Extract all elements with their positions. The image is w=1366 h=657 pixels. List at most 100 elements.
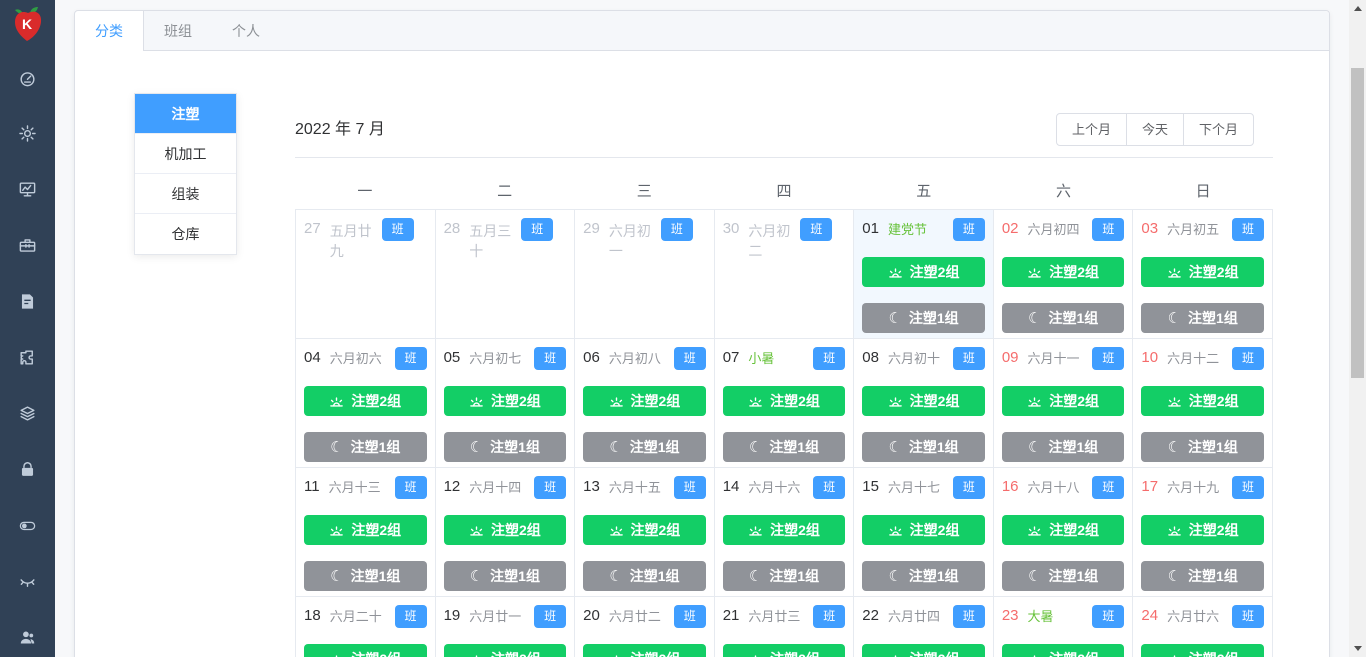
work-day-badge[interactable]: 班 xyxy=(381,218,414,241)
work-day-badge[interactable]: 班 xyxy=(1092,347,1125,370)
night-shift-button[interactable]: ☾ 注塑1组 xyxy=(443,432,567,462)
work-day-badge[interactable]: 班 xyxy=(660,218,693,241)
layers-icon[interactable] xyxy=(0,393,55,433)
work-day-badge[interactable]: 班 xyxy=(1092,218,1125,241)
scrollbar-thumb[interactable] xyxy=(1351,68,1364,378)
night-shift-button[interactable]: ☾ 注塑1组 xyxy=(304,561,427,591)
day-shift-button[interactable]: 注塑2组 xyxy=(304,386,427,416)
category-item-assembly[interactable]: 组装 xyxy=(135,174,236,214)
work-day-badge[interactable]: 班 xyxy=(1231,218,1264,241)
toolbox-icon[interactable] xyxy=(0,226,55,266)
work-day-badge[interactable]: 班 xyxy=(813,605,846,628)
day-shift-button[interactable]: 注塑2组 xyxy=(862,644,985,657)
day-shift-button[interactable]: 注塑2组 xyxy=(1001,644,1125,657)
night-shift-button[interactable]: ☾ 注塑1组 xyxy=(1001,303,1125,333)
scroll-up-icon[interactable] xyxy=(1349,0,1366,17)
work-day-badge[interactable]: 班 xyxy=(952,347,985,370)
day-shift-label: 注塑2组 xyxy=(631,649,681,657)
monitor-chart-icon[interactable] xyxy=(0,170,55,210)
calendar-cell: 15 六月十七班注塑2组 ☾ 注塑1组 xyxy=(854,468,994,597)
night-shift-button[interactable]: ☾ 注塑1组 xyxy=(862,303,985,333)
day-shift-button[interactable]: 注塑2组 xyxy=(1141,644,1264,657)
day-shift-button[interactable]: 注塑2组 xyxy=(1001,257,1125,287)
night-shift-button[interactable]: ☾ 注塑1组 xyxy=(862,432,985,462)
work-day-badge[interactable]: 班 xyxy=(952,605,985,628)
vertical-scrollbar[interactable] xyxy=(1349,0,1366,657)
work-day-badge[interactable]: 班 xyxy=(521,218,554,241)
work-day-badge[interactable]: 班 xyxy=(1231,347,1264,370)
prev-month-button[interactable]: 上个月 xyxy=(1055,113,1127,146)
dashboard-icon[interactable] xyxy=(0,58,55,98)
night-shift-button[interactable]: ☾ 注塑1组 xyxy=(1001,561,1125,591)
today-button[interactable]: 今天 xyxy=(1125,113,1184,146)
day-shift-button[interactable]: 注塑2组 xyxy=(862,386,985,416)
work-day-badge[interactable]: 班 xyxy=(534,347,567,370)
day-shift-button[interactable]: 注塑2组 xyxy=(722,386,846,416)
day-shift-button[interactable]: 注塑2组 xyxy=(862,515,985,545)
tab-personal[interactable]: 个人 xyxy=(212,11,280,50)
work-day-badge[interactable]: 班 xyxy=(952,476,985,499)
user-icon[interactable] xyxy=(0,617,55,657)
work-day-badge[interactable]: 班 xyxy=(813,347,846,370)
day-shift-button[interactable]: 注塑2组 xyxy=(583,644,706,657)
night-shift-button[interactable]: ☾ 注塑1组 xyxy=(443,561,567,591)
night-shift-button[interactable]: ☾ 注塑1组 xyxy=(1141,561,1264,591)
sunrise-icon xyxy=(888,395,903,408)
tab-category[interactable]: 分类 xyxy=(75,11,144,51)
night-shift-button[interactable]: ☾ 注塑1组 xyxy=(304,432,427,462)
work-day-badge[interactable]: 班 xyxy=(800,218,833,241)
document-icon[interactable] xyxy=(0,282,55,322)
night-shift-button[interactable]: ☾ 注塑1组 xyxy=(1141,303,1264,333)
work-day-badge[interactable]: 班 xyxy=(673,605,706,628)
night-shift-button[interactable]: ☾ 注塑1组 xyxy=(722,432,846,462)
night-shift-button[interactable]: ☾ 注塑1组 xyxy=(583,432,706,462)
work-day-badge[interactable]: 班 xyxy=(394,476,427,499)
night-shift-button[interactable]: ☾ 注塑1组 xyxy=(862,561,985,591)
work-day-badge[interactable]: 班 xyxy=(1231,476,1264,499)
calendar-cell: 19六月廿一班注塑2组☾注塑1组 xyxy=(435,597,576,657)
night-shift-button[interactable]: ☾ 注塑1组 xyxy=(1141,432,1264,462)
work-day-badge[interactable]: 班 xyxy=(394,605,427,628)
settings-gear-icon[interactable] xyxy=(0,114,55,154)
app-logo[interactable]: K xyxy=(10,5,46,45)
category-item-injection[interactable]: 注塑 xyxy=(135,94,236,134)
next-month-button[interactable]: 下个月 xyxy=(1182,113,1254,146)
work-day-badge[interactable]: 班 xyxy=(673,347,706,370)
day-shift-button[interactable]: 注塑2组 xyxy=(443,644,567,657)
night-shift-button[interactable]: ☾ 注塑1组 xyxy=(583,561,706,591)
day-shift-button[interactable]: 注塑2组 xyxy=(862,257,985,287)
work-day-badge[interactable]: 班 xyxy=(534,476,567,499)
scroll-down-icon[interactable] xyxy=(1349,640,1366,657)
night-shift-button[interactable]: ☾ 注塑1组 xyxy=(722,561,846,591)
category-item-machining[interactable]: 机加工 xyxy=(135,134,236,174)
work-day-badge[interactable]: 班 xyxy=(534,605,567,628)
work-day-badge[interactable]: 班 xyxy=(1231,605,1264,628)
day-shift-button[interactable]: 注塑2组 xyxy=(1141,257,1264,287)
day-shift-button[interactable]: 注塑2组 xyxy=(1001,386,1125,416)
puzzle-icon[interactable] xyxy=(0,338,55,378)
eye-closed-icon[interactable] xyxy=(0,561,55,601)
day-shift-button[interactable]: 注塑2组 xyxy=(722,515,846,545)
day-shift-button[interactable]: 注塑2组 xyxy=(304,515,427,545)
night-shift-label: 注塑1组 xyxy=(629,439,680,455)
work-day-badge[interactable]: 班 xyxy=(1092,476,1125,499)
work-day-badge[interactable]: 班 xyxy=(673,476,706,499)
lock-icon[interactable] xyxy=(0,449,55,489)
toggle-icon[interactable] xyxy=(0,505,55,545)
day-shift-button[interactable]: 注塑2组 xyxy=(1141,515,1264,545)
day-shift-button[interactable]: 注塑2组 xyxy=(583,515,706,545)
day-shift-button[interactable]: 注塑2组 xyxy=(722,644,846,657)
night-shift-button[interactable]: ☾ 注塑1组 xyxy=(1001,432,1125,462)
work-day-badge[interactable]: 班 xyxy=(813,476,846,499)
work-day-badge[interactable]: 班 xyxy=(1092,605,1125,628)
work-day-badge[interactable]: 班 xyxy=(394,347,427,370)
day-shift-button[interactable]: 注塑2组 xyxy=(443,386,567,416)
work-day-badge[interactable]: 班 xyxy=(952,218,985,241)
category-item-warehouse[interactable]: 仓库 xyxy=(135,214,236,254)
day-shift-button[interactable]: 注塑2组 xyxy=(1141,386,1264,416)
day-shift-button[interactable]: 注塑2组 xyxy=(304,644,427,657)
day-shift-button[interactable]: 注塑2组 xyxy=(1001,515,1125,545)
day-shift-button[interactable]: 注塑2组 xyxy=(443,515,567,545)
day-shift-button[interactable]: 注塑2组 xyxy=(583,386,706,416)
tab-team[interactable]: 班组 xyxy=(144,11,212,50)
